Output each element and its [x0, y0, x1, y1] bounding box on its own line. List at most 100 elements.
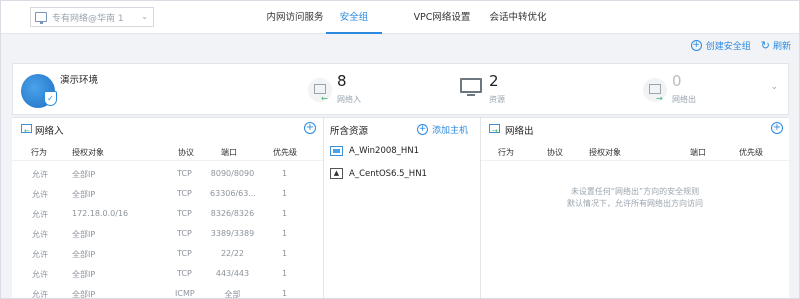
cell-priority: 1 [282, 269, 288, 278]
column-header: 端口 [690, 148, 706, 157]
resources-count: 2 [489, 72, 499, 90]
add-host-label: 添加主机 [432, 126, 469, 136]
cell-action: 允许 [32, 170, 48, 179]
cell-protocol: TCP [177, 209, 192, 218]
create-security-group-button[interactable]: + 创建安全组 [690, 39, 751, 52]
column-header: 端口 [221, 148, 237, 157]
resource-item[interactable]: A_Win2008_HN1 [330, 146, 419, 156]
outbound-rules-panel: → 网络出 + 行为 协议 授权对象 端口 优先级 未设置任何“网络出”方向的安… [481, 117, 789, 298]
resources-stat[interactable]: 2 资源 [460, 70, 560, 110]
resource-name: A_CentOS6.5_HN1 [349, 168, 427, 179]
cell-port: 全部 [224, 290, 241, 299]
app-frame: 专有网络@华南 1 ⌄ 内网访问服务 安全组 VPC网络设置 会话中转优化 + … [0, 0, 800, 299]
add-inbound-rule-icon[interactable]: + [304, 122, 316, 134]
cell-source: 全部IP [72, 230, 96, 239]
create-security-group-label: 创建安全组 [705, 42, 751, 52]
inbound-panel-title: 网络入 [35, 126, 64, 137]
refresh-label: 刷新 [772, 42, 791, 52]
cell-protocol: TCP [177, 269, 192, 278]
cell-source: 172.18.0.0/16 [72, 209, 129, 218]
cell-protocol: TCP [177, 169, 192, 178]
column-header: 授权对象 [72, 148, 104, 157]
top-nav: 专有网络@华南 1 ⌄ 内网访问服务 安全组 VPC网络设置 会话中转优化 [1, 1, 799, 34]
table-row[interactable]: 允许 全部IP TCP 3389/3389 1 [12, 224, 323, 244]
column-header: 优先级 [739, 148, 763, 157]
cell-port: 8326/8326 [210, 209, 255, 218]
resources-label: 资源 [489, 95, 505, 104]
column-header: 协议 [178, 148, 194, 157]
outbound-panel-header: → 网络出 + [481, 118, 789, 140]
column-header: 行为 [31, 148, 47, 157]
cell-priority: 1 [282, 189, 288, 198]
outbound-table-header: 行为 协议 授权对象 端口 优先级 [481, 145, 789, 161]
chevron-down-icon[interactable]: ⌄ [770, 82, 778, 92]
add-outbound-rule-icon[interactable]: + [771, 122, 783, 134]
cell-priority: 1 [282, 169, 288, 178]
outbound-panel-title: 网络出 [505, 126, 534, 137]
table-row[interactable]: 允许 全部IP ICMP 全部 1 [12, 284, 323, 299]
cell-source: 全部IP [72, 190, 96, 199]
refresh-icon: ↻ [760, 39, 770, 52]
windows-icon [330, 146, 343, 156]
column-header: 协议 [547, 148, 563, 157]
cell-priority: 1 [282, 249, 288, 258]
resources-panel: 所含资源 + 添加主机 A_Win2008_HN1 ▲ A_CentOS6.5_… [324, 117, 480, 298]
cell-protocol: TCP [177, 189, 192, 198]
resource-item[interactable]: ▲ A_CentOS6.5_HN1 [330, 168, 427, 179]
table-row[interactable]: 允许 全部IP TCP 443/443 1 [12, 264, 323, 284]
column-header: 优先级 [273, 148, 297, 157]
inbound-table-header: 行为 授权对象 协议 端口 优先级 [12, 145, 323, 161]
column-header: 授权对象 [589, 148, 621, 157]
resource-name: A_Win2008_HN1 [349, 146, 420, 156]
region-select-value: 专有网络@华南 1 [52, 13, 124, 24]
cell-action: 允许 [32, 230, 48, 239]
cell-action: 允许 [32, 250, 48, 259]
table-row[interactable]: 允许 全部IP TCP 8090/8090 1 [12, 164, 323, 184]
security-group-name: 演示环境 [60, 75, 99, 86]
table-row[interactable]: 允许 全部IP TCP 63306/63... 1 [12, 184, 323, 204]
add-host-button[interactable]: + 添加主机 [417, 123, 468, 136]
linux-icon: ▲ [330, 168, 343, 179]
cell-port: 63306/63... [210, 189, 256, 198]
cell-priority: 1 [282, 289, 288, 298]
cell-port: 3389/3389 [210, 229, 255, 238]
cell-port: 443/443 [215, 269, 250, 278]
outbound-stat[interactable]: → 0 网络出 [643, 70, 743, 110]
cell-protocol: TCP [177, 249, 192, 258]
cell-action: 允许 [32, 270, 48, 279]
chevron-down-icon: ⌄ [141, 12, 148, 21]
table-row[interactable]: 允许 全部IP TCP 22/22 1 [12, 244, 323, 264]
cell-protocol: TCP [177, 229, 192, 238]
column-header: 行为 [498, 148, 514, 157]
cell-protocol: ICMP [175, 289, 195, 298]
outbound-icon: → [643, 78, 667, 103]
resources-panel-title: 所含资源 [330, 126, 369, 137]
tab-security-group[interactable]: 安全组 [326, 1, 382, 34]
refresh-button[interactable]: ↻ 刷新 [761, 39, 791, 52]
inbound-stat[interactable]: ← 8 网络入 [308, 70, 408, 110]
tab-intranet-access[interactable]: 内网访问服务 [259, 1, 331, 34]
empty-state-hint: 默认情况下，允许所有网络出方向访问 [567, 199, 703, 208]
cell-action: 允许 [32, 210, 48, 219]
inbound-panel-header: ← 网络入 + [12, 118, 323, 140]
empty-state-message: 未设置任何“网络出”方向的安全规则 [570, 187, 700, 196]
cell-source: 全部IP [72, 270, 96, 279]
shield-icon: ✓ [44, 91, 57, 106]
monitor-icon [35, 12, 47, 24]
tab-vpc-settings[interactable]: VPC网络设置 [407, 1, 477, 34]
cell-source: 全部IP [72, 290, 96, 299]
monitor-icon [460, 78, 482, 96]
cell-port: 8090/8090 [210, 169, 255, 178]
tab-session-relay[interactable]: 会话中转优化 [487, 1, 549, 34]
cell-port: 22/22 [220, 249, 245, 258]
cell-source: 全部IP [72, 170, 96, 179]
add-icon: + [417, 124, 428, 135]
security-group-summary: ✓ 演示环境 ← 8 网络入 2 资源 → 0 网络出 ⌄ [12, 63, 789, 115]
cell-action: 允许 [32, 290, 48, 299]
outbound-label: 网络出 [672, 95, 696, 104]
inbound-label: 网络入 [337, 95, 361, 104]
table-row[interactable]: 允许 172.18.0.0/16 TCP 8326/8326 1 [12, 204, 323, 224]
resources-panel-header: 所含资源 + 添加主机 [324, 118, 480, 140]
inbound-icon: ← [308, 78, 332, 103]
region-select[interactable]: 专有网络@华南 1 ⌄ [30, 7, 154, 27]
